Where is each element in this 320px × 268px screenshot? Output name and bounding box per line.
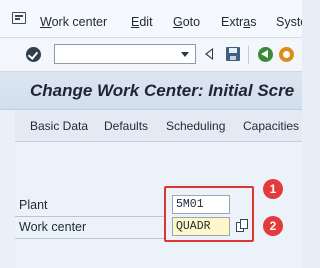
sap-window: Work center Edit Goto Extras Syste Chang… xyxy=(0,0,302,268)
menu-edit[interactable]: Edit xyxy=(131,15,153,29)
page-title: Change Work Center: Initial Scre xyxy=(30,81,295,100)
title-bar: Change Work Center: Initial Scre xyxy=(0,72,302,110)
menu-system[interactable]: Syste xyxy=(276,15,302,29)
menu-work-center[interactable]: Work center xyxy=(40,15,107,29)
menu-bar: Work center Edit Goto Extras Syste xyxy=(0,0,302,38)
toolbar-divider xyxy=(248,46,249,64)
highlight-box xyxy=(164,186,254,242)
plant-label: Plant xyxy=(19,198,48,212)
work-center-label: Work center xyxy=(19,220,87,234)
back-green-icon[interactable] xyxy=(258,47,273,62)
callout-1: 1 xyxy=(263,179,283,199)
back-arrow-icon[interactable] xyxy=(205,48,213,60)
chevron-down-icon[interactable] xyxy=(181,52,189,57)
defaults-button[interactable]: Defaults xyxy=(104,119,148,133)
application-toolbar: Basic Data Defaults Scheduling Capacitie… xyxy=(15,110,302,142)
command-field[interactable] xyxy=(54,44,196,64)
capacities-button[interactable]: Capacities xyxy=(243,119,299,133)
exit-orange-icon[interactable] xyxy=(279,47,294,62)
callout-2: 2 xyxy=(263,216,283,236)
save-icon[interactable] xyxy=(226,47,240,61)
scheduling-button[interactable]: Scheduling xyxy=(166,119,225,133)
enter-check-icon[interactable] xyxy=(26,47,41,62)
work-center-row-divider xyxy=(15,238,165,239)
basic-data-button[interactable]: Basic Data xyxy=(30,119,88,133)
window-menu-icon[interactable] xyxy=(12,12,26,24)
standard-toolbar xyxy=(0,38,302,72)
menu-extras[interactable]: Extras xyxy=(221,15,256,29)
menu-goto[interactable]: Goto xyxy=(173,15,200,29)
